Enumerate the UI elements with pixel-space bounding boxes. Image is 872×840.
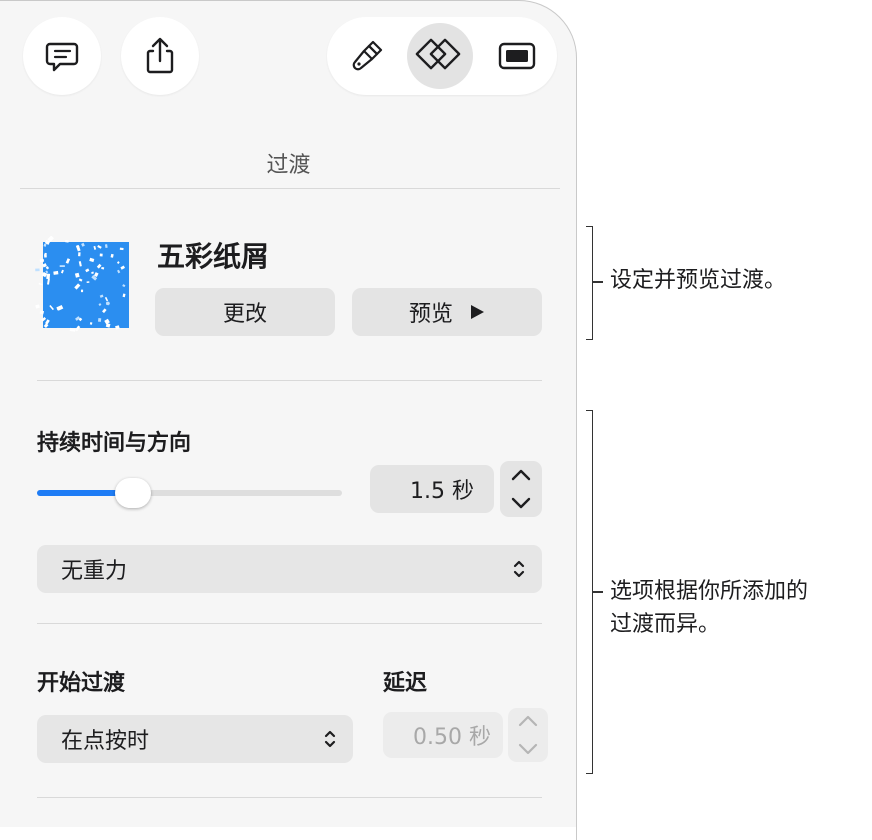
confetti-thumbnail[interactable] (35, 235, 133, 334)
confetti-piece (119, 247, 124, 251)
inspector-panel (0, 0, 577, 827)
confetti-piece (97, 318, 102, 322)
confetti-preview-image (35, 235, 129, 332)
section-divider (37, 623, 542, 624)
confetti-piece (89, 322, 93, 325)
chevron-down-icon (518, 743, 538, 755)
annotation-tick-bottom (593, 591, 603, 593)
confetti-piece (78, 252, 81, 257)
confetti-piece (101, 266, 105, 270)
slider-thumb[interactable] (114, 478, 151, 508)
duration-slider[interactable] (37, 478, 342, 508)
transition-name: 五彩纸屑 (157, 240, 270, 273)
preview-button[interactable]: 预览 (352, 288, 542, 336)
inspector-tabs (327, 17, 557, 95)
up-down-chevron-icon (513, 560, 525, 578)
delay-field: 0.50 秒 (383, 712, 503, 758)
confetti-piece (69, 327, 76, 332)
start-transition-popup[interactable]: 在点按时 (37, 715, 353, 763)
confetti-piece (99, 253, 103, 257)
inspector-header: 过渡 (266, 153, 311, 178)
play-icon (471, 305, 484, 319)
confetti-piece (105, 301, 110, 306)
duration-value: 1.5 秒 (410, 479, 474, 504)
confetti-piece (86, 281, 90, 284)
start-transition-value: 在点按时 (61, 729, 150, 754)
duration-stepper[interactable] (500, 461, 542, 517)
duration-field[interactable]: 1.5 秒 (370, 465, 494, 513)
section-divider (37, 797, 542, 798)
comment-icon (45, 42, 79, 72)
direction-value: 无重力 (61, 559, 128, 584)
annotation-bracket-bottom (586, 410, 593, 774)
confetti-piece (46, 273, 51, 280)
format-tab[interactable] (337, 27, 397, 85)
confetti-piece (43, 254, 47, 258)
comment-button[interactable] (23, 17, 101, 95)
confetti-piece (59, 265, 65, 267)
share-icon (146, 37, 174, 74)
confetti-piece (38, 282, 43, 286)
slide-show-icon (498, 42, 536, 70)
document-tab[interactable] (487, 27, 547, 85)
header-divider (20, 188, 560, 189)
annotation-top: 设定并预览过渡。 (610, 268, 787, 293)
confetti-piece (53, 270, 59, 275)
up-down-chevron-icon (324, 730, 336, 748)
confetti-piece (35, 268, 40, 272)
annotation-bottom-line1: 选项根据你所添加的 (610, 579, 809, 604)
delay-label: 延迟 (383, 671, 428, 696)
delay-value: 0.50 秒 (413, 725, 491, 750)
preview-label: 预览 (408, 302, 453, 327)
duration-section-label: 持续时间与方向 (37, 431, 192, 456)
start-transition-label: 开始过渡 (37, 671, 126, 696)
direction-popup[interactable]: 无重力 (37, 545, 542, 593)
share-button[interactable] (121, 17, 199, 95)
confetti-piece (80, 289, 84, 293)
annotation-bottom-line2: 过渡而异。 (610, 612, 721, 637)
annotation-bottom: 选项根据你所添加的 过渡而异。 (610, 575, 808, 641)
transition-diamond-icon (415, 38, 461, 70)
change-button[interactable]: 更改 (155, 288, 335, 336)
chevron-up-icon[interactable] (500, 461, 542, 489)
transition-tab[interactable] (407, 23, 473, 89)
chevron-down-icon[interactable] (500, 489, 542, 517)
section-divider (37, 380, 542, 381)
annotation-tick-top (593, 281, 603, 283)
annotation-bracket-top (586, 226, 593, 340)
paintbrush-icon (352, 40, 383, 71)
delay-stepper (508, 708, 548, 762)
chevron-up-icon (518, 715, 538, 727)
confetti-piece (35, 304, 40, 309)
